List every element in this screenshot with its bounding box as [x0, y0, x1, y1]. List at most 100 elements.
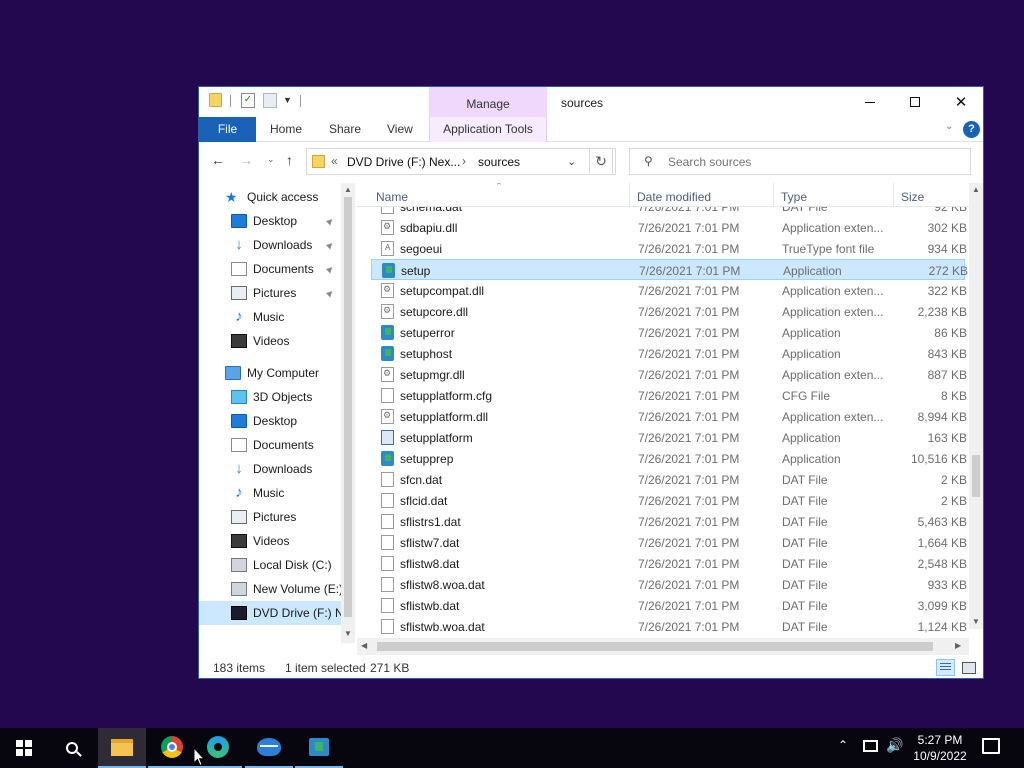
nav-computer-item[interactable]: New Volume (E:): [199, 577, 341, 601]
taskbar-health-app[interactable]: [245, 728, 293, 768]
file-row[interactable]: segoeui 7/26/2021 7:01 PM TrueType font fi…: [371, 238, 967, 259]
column-divider[interactable]: [893, 183, 894, 207]
breadcrumb-separator-icon[interactable]: ›: [462, 154, 466, 168]
details-view-icon[interactable]: [936, 659, 955, 676]
address-dropdown-chevron-icon[interactable]: ⌄: [567, 155, 576, 168]
show-hidden-icons-chevron-icon[interactable]: ⌃: [838, 738, 848, 752]
up-arrow-icon[interactable]: ↑: [286, 152, 293, 168]
column-date-header[interactable]: Date modified: [637, 190, 711, 204]
file-row[interactable]: sflistw7.dat 7/26/2021 7:01 PM DAT File 1,6…: [371, 532, 967, 553]
scroll-left-arrow-icon[interactable]: ◀: [361, 641, 367, 650]
nav-computer-item[interactable]: Desktop: [199, 409, 341, 433]
volume-icon[interactable]: 🔊: [886, 737, 903, 754]
file-row[interactable]: schema.dat 7/26/2021 7:01 PM DAT File 92 KB: [371, 207, 967, 217]
tab-application-tools[interactable]: Application Tools: [429, 117, 547, 142]
nav-quick-item[interactable]: Pictures ▲: [199, 281, 341, 305]
nav-computer-item[interactable]: 3D Objects: [199, 385, 341, 409]
file-row[interactable]: setupcompat.dll 7/26/2021 7:01 PM Applicat…: [371, 280, 967, 301]
file-type: DAT File: [782, 578, 828, 592]
back-arrow-icon[interactable]: ←: [211, 152, 225, 168]
file-row[interactable]: setupplatform.cfg 7/26/2021 7:01 PM CFG Fi…: [371, 385, 967, 406]
new-folder-icon[interactable]: [263, 93, 277, 108]
file-row[interactable]: sflistwb.dat 7/26/2021 7:01 PM DAT File 3,0…: [371, 595, 967, 616]
nav-computer-item[interactable]: Pictures: [199, 505, 341, 529]
breadcrumb-drive[interactable]: DVD Drive (F:) Nex...: [347, 155, 460, 169]
minimize-button[interactable]: [847, 87, 893, 117]
file-row[interactable]: sflcid.dat 7/26/2021 7:01 PM DAT File 2 KB: [371, 490, 967, 511]
nav-quick-item[interactable]: ♪ Music: [199, 305, 341, 329]
nav-quick-access[interactable]: ★ Quick access: [199, 185, 341, 209]
file-row[interactable]: sflistrs1.dat 7/26/2021 7:01 PM DAT File 5,…: [371, 511, 967, 532]
nav-computer-item[interactable]: Documents: [199, 433, 341, 457]
column-divider[interactable]: [773, 183, 774, 207]
column-name-header[interactable]: Name: [376, 190, 408, 204]
scroll-up-arrow-icon[interactable]: ▲: [972, 185, 980, 194]
tab-home[interactable]: Home: [270, 117, 302, 142]
nav-computer-item[interactable]: DVD Drive (F:) N: [199, 601, 341, 625]
taskbar-search-button[interactable]: [48, 728, 96, 768]
file-row[interactable]: setuperror 7/26/2021 7:01 PM Application 86…: [371, 322, 967, 343]
scroll-down-arrow-icon[interactable]: ▼: [972, 617, 980, 626]
scroll-thumb[interactable]: [344, 197, 352, 617]
nav-computer-item[interactable]: ♪ Music: [199, 481, 341, 505]
file-row[interactable]: sdbapiu.dll 7/26/2021 7:01 PM Application …: [371, 217, 967, 238]
scroll-right-arrow-icon[interactable]: ▶: [955, 641, 961, 650]
large-icons-view-icon[interactable]: [959, 659, 978, 676]
nav-computer-item[interactable]: Local Disk (C:): [199, 553, 341, 577]
file-row[interactable]: setupcore.dll 7/26/2021 7:01 PM Applicatio…: [371, 301, 967, 322]
nav-my-computer[interactable]: My Computer: [199, 361, 341, 385]
nav-quick-item[interactable]: ↓ Downloads ▲: [199, 233, 341, 257]
horizontal-scrollbar[interactable]: ◀ ▶: [357, 638, 969, 655]
health-check-icon: [257, 738, 281, 756]
search-input[interactable]: [668, 149, 958, 174]
file-row[interactable]: setupmgr.dll 7/26/2021 7:01 PM Application…: [371, 364, 967, 385]
taskbar-chrome[interactable]: [148, 728, 196, 768]
taskbar-file-explorer[interactable]: [98, 728, 146, 768]
nav-quick-item[interactable]: Desktop ▲: [199, 209, 341, 233]
help-icon[interactable]: ?: [963, 121, 980, 138]
file-row[interactable]: setupplatform 7/26/2021 7:01 PM Applicatio…: [371, 427, 967, 448]
column-type-header[interactable]: Type: [781, 190, 807, 204]
file-row[interactable]: sfcn.dat 7/26/2021 7:01 PM DAT File 2 KB: [371, 469, 967, 490]
file-row[interactable]: setupplatform.dll 7/26/2021 7:01 PM Applic…: [371, 406, 967, 427]
forward-arrow-icon[interactable]: →: [239, 152, 253, 168]
expand-ribbon-chevron-icon[interactable]: ⌄: [945, 121, 953, 132]
refresh-button[interactable]: ↻: [589, 148, 613, 175]
file-row[interactable]: setup 7/26/2021 7:01 PM Application 272 KB: [371, 259, 968, 280]
tab-share[interactable]: Share: [329, 117, 361, 142]
file-list-scrollbar[interactable]: ▲ ▼: [969, 183, 983, 629]
file-row[interactable]: sflistw8.dat 7/26/2021 7:01 PM DAT File 2,5…: [371, 553, 967, 574]
file-row[interactable]: setuphost 7/26/2021 7:01 PM Application 843…: [371, 343, 967, 364]
tab-file[interactable]: File: [199, 117, 256, 142]
taskbar-setup-app[interactable]: [295, 728, 343, 768]
column-size-header[interactable]: Size: [901, 190, 924, 204]
navigation-scrollbar[interactable]: ▲ ▼: [341, 183, 355, 643]
tab-view[interactable]: View: [387, 117, 413, 142]
nav-computer-item[interactable]: ↓ Downloads: [199, 457, 341, 481]
scroll-thumb[interactable]: [377, 642, 933, 651]
scroll-thumb[interactable]: [972, 455, 980, 497]
start-button[interactable]: [0, 728, 48, 768]
customize-quick-access-icon[interactable]: ▼: [283, 95, 292, 105]
file-row[interactable]: sflistwb.woa.dat 7/26/2021 7:01 PM DAT Fil…: [371, 616, 967, 637]
nav-computer-item[interactable]: Videos: [199, 529, 341, 553]
breadcrumb-sources[interactable]: sources: [478, 155, 520, 169]
clock[interactable]: 5:27 PM 10/9/2022: [906, 732, 974, 764]
scroll-up-arrow-icon[interactable]: ▲: [344, 185, 352, 194]
nav-quick-item[interactable]: Videos: [199, 329, 341, 353]
file-row[interactable]: sflistw8.woa.dat 7/26/2021 7:01 PM DAT Fil…: [371, 574, 967, 595]
properties-icon[interactable]: ✓: [241, 93, 255, 108]
close-button[interactable]: ✕: [938, 87, 983, 117]
double-chevron-icon[interactable]: «: [331, 154, 338, 168]
search-box[interactable]: ⚲: [629, 148, 971, 175]
recent-locations-chevron-icon[interactable]: ⌄: [267, 154, 275, 165]
maximize-button[interactable]: [892, 87, 938, 117]
address-bar[interactable]: « DVD Drive (F:) Nex... › sources ⌄: [306, 148, 616, 175]
notification-center-icon[interactable]: [982, 738, 1000, 754]
column-divider[interactable]: [629, 183, 630, 207]
nav-quick-item[interactable]: Documents ▲: [199, 257, 341, 281]
network-icon[interactable]: [863, 740, 878, 752]
file-row[interactable]: setupprep 7/26/2021 7:01 PM Application 10,…: [371, 448, 967, 469]
scroll-down-arrow-icon[interactable]: ▼: [344, 629, 352, 638]
folder-icon[interactable]: [209, 93, 222, 107]
